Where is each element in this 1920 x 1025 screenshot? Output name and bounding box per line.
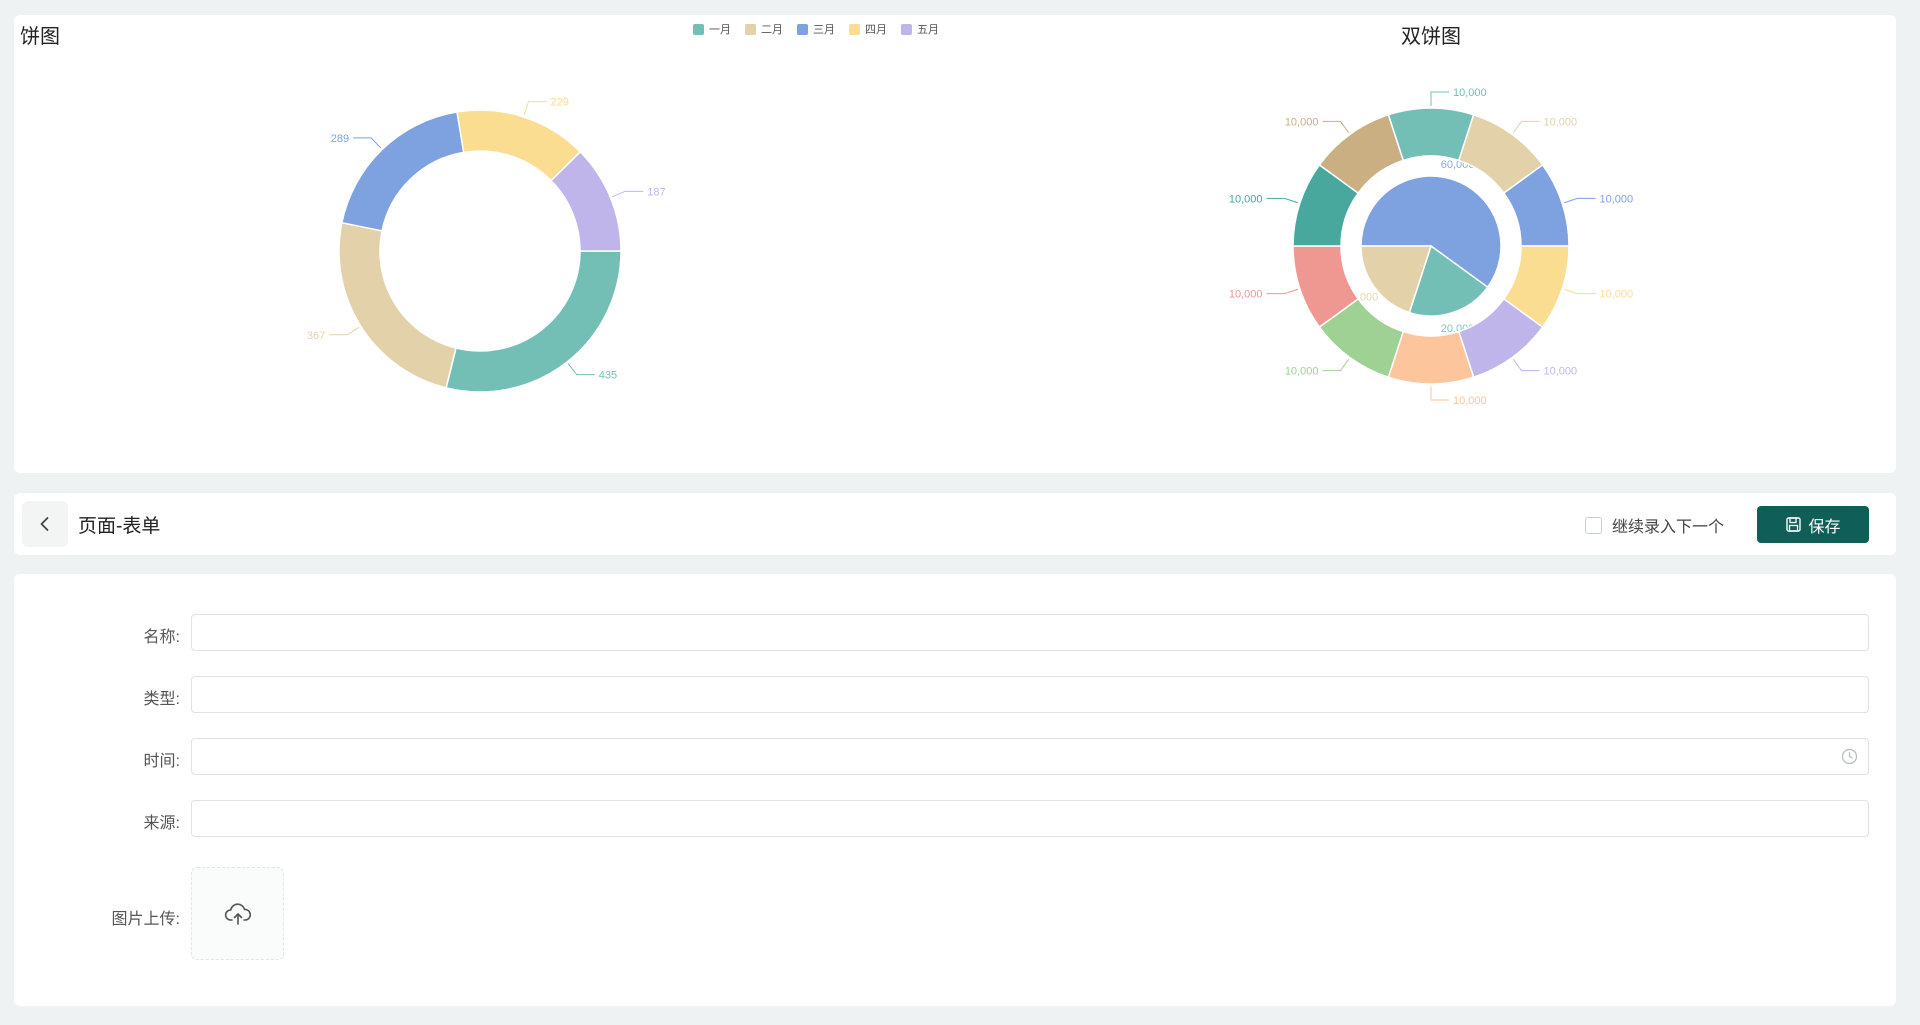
outer-ring-slice-leader [1512,358,1540,372]
time-label: 时间: [143,753,180,770]
donut-slice-label: 229 [550,97,568,109]
outer-ring-slice-leader [1563,197,1596,204]
continue-entry-toggle[interactable]: 继续录入下一个 [1585,513,1724,537]
save-button-label: 保存 [1808,518,1841,536]
outer-ring-slice-leader [1266,197,1299,204]
outer-ring-slice-label: 10,000 [1544,366,1578,378]
chart-panel: 饼图 一月 二月 三月 四月 五月 双饼图 435 367 289 229 187 60,000 2… [14,15,1896,473]
donut-slice-leader [353,137,382,149]
donut-slice-leader [612,190,644,198]
outer-ring-slice-label: 10,000 [1599,289,1633,301]
upload-label: 图片上传: [111,911,180,928]
outer-ring-slice-label: 10,000 [1229,193,1263,205]
outer-ring-slice-leader [1266,288,1299,295]
outer-ring-slice-leader [1430,91,1449,106]
donut-slice-label: 187 [647,186,665,198]
outer-ring-slice-leader [1322,358,1350,372]
floppy-disk-icon [1786,517,1802,532]
outer-ring-slice-label: 10,000 [1229,289,1263,301]
outer-ring-slice-leader [1563,288,1596,295]
outer-ring-slice-label: 10,000 [1599,193,1633,205]
save-button[interactable]: 保存 [1757,506,1869,543]
donut-slice-label: 289 [331,133,349,145]
page-header: 页面-表单 继续录入下一个 保存 [14,493,1896,555]
donut-slice [338,221,457,389]
page-title: 页面-表单 [78,516,161,537]
type-input[interactable] [191,676,1869,713]
donut-slice-leader [523,101,547,116]
donut-slice-label: 435 [599,370,617,382]
clock-icon[interactable] [1841,748,1858,765]
outer-ring-slice-leader [1322,120,1350,134]
source-label: 来源: [143,815,180,832]
cloud-upload-icon [224,902,251,925]
type-label: 类型: [143,691,180,708]
time-input[interactable] [191,738,1869,775]
outer-ring-slice-label: 10,000 [1453,87,1487,99]
outer-ring-slice-label: 10,000 [1285,116,1319,128]
continue-entry-label: 继续录入下一个 [1612,519,1725,536]
donut-slice [340,111,465,232]
form-panel: 名称: 类型: 时间: 来源: 图片上传: [14,574,1896,1006]
chevron-left-icon [40,517,49,531]
outer-ring-slice-label: 10,000 [1453,395,1487,407]
donut-slice [445,250,622,393]
continue-entry-checkbox[interactable] [1585,516,1602,534]
outer-ring-slice-label: 10,000 [1544,116,1578,128]
name-input[interactable] [191,614,1869,651]
donut-slice-leader [567,363,595,376]
outer-ring-slice-leader [1512,120,1540,134]
outer-ring-slice-leader [1430,386,1449,401]
donut-slice-label: 367 [307,330,325,342]
name-label: 名称: [143,629,180,646]
source-input[interactable] [191,800,1869,837]
donut-slice-leader [329,326,360,336]
image-upload-button[interactable] [191,867,284,960]
outer-ring-slice-label: 10,000 [1285,366,1319,378]
back-button[interactable] [22,501,68,547]
charts-canvas: 43536728922918760,00020,00020,00010,0001… [307,87,1633,407]
